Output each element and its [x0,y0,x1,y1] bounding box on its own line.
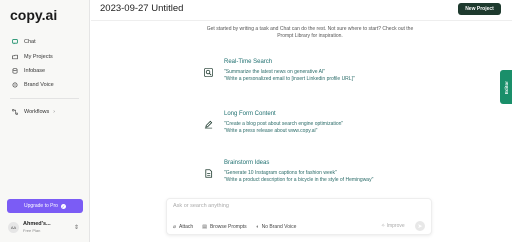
avatar: AA [8,221,19,233]
chat-composer: ⌀ Attach ▤ Browse Prompts ◖ No Brand Voi… [166,198,432,235]
tool-label: Attach [179,224,194,230]
browse-prompts-button[interactable]: ▤ Browse Prompts [202,224,246,230]
database-icon [12,68,18,74]
send-button[interactable]: ➤ [415,221,425,231]
paperclip-icon: ⌀ [173,224,177,230]
search-icon [204,68,214,78]
new-project-button[interactable]: New Project [458,3,501,15]
sidebar: copy.ai Chat My Projects Infobase Brand … [0,0,90,242]
intro-text: Get started by writing a task and Chat c… [206,26,414,39]
mic-icon: ◖ [255,224,259,230]
sidebar-item-brand-voice[interactable]: Brand Voice [12,79,54,91]
sidebar-item-infobase[interactable]: Infobase [12,65,45,77]
brand-voice-select[interactable]: ◖ No Brand Voice [256,224,297,230]
card-title: Long Form Content [224,111,276,117]
chevron-right-icon: › [53,109,55,115]
editor-tab[interactable]: Editor [500,70,512,104]
sidebar-item-label: My Projects [24,54,53,60]
check-badge-icon: ✓ [60,203,66,209]
card-example[interactable]: "Generate 10 Instagram captions for fash… [224,170,337,176]
upgrade-label: Upgrade to Pro [24,203,58,209]
user-plan: Free Plan [23,228,41,233]
tool-label: No Brand Voice [261,224,297,230]
document-icon [204,169,214,179]
workflow-icon [12,109,18,115]
user-menu[interactable]: AA Ahmed's... Free Plan [8,221,51,233]
improve-button[interactable]: ✧ Improve [381,223,405,229]
sidebar-item-label: Chat [24,39,36,45]
send-icon: ➤ [417,223,423,230]
sidebar-item-label: Workflows [24,109,50,115]
improve-label: Improve [386,223,405,229]
sidebar-item-chat[interactable]: Chat [12,36,36,48]
card-title: Real-Time Search [224,59,273,65]
app-logo[interactable]: copy.ai [10,7,57,23]
card-example[interactable]: "Write a press release about www.copy.ai… [224,128,317,134]
card-example[interactable]: "Create a blog post about search engine … [224,121,343,127]
attach-button[interactable]: ⌀ Attach [173,224,193,230]
sidebar-item-label: Infobase [24,68,46,74]
chat-input[interactable] [173,203,423,209]
page-title[interactable]: 2023-09-27 Untitled [100,3,183,14]
brand-voice-icon [12,82,18,88]
sidebar-item-workflows[interactable]: Workflows › [12,106,55,118]
chat-icon [12,39,18,45]
upgrade-button[interactable]: Upgrade to Pro ✓ [7,199,83,213]
card-example[interactable]: "Summarize the latest news on generative… [224,69,325,75]
sidebar-item-label: Brand Voice [24,82,54,88]
pen-icon [204,120,214,130]
header-divider [91,20,512,21]
card-title: Brainstorm Ideas [224,160,270,166]
card-example[interactable]: "Write a personalized email to [insert L… [224,76,355,82]
sidebar-item-my-projects[interactable]: My Projects [12,51,53,63]
folder-icon [12,54,18,60]
tool-label: Browse Prompts [209,224,247,230]
sidebar-divider [10,98,79,99]
card-example[interactable]: "Write a product description for a bicyc… [224,177,373,183]
chat-toolbar: ⌀ Attach ▤ Browse Prompts ◖ No Brand Voi… [173,224,305,230]
book-icon: ▤ [202,224,207,230]
editor-tab-label: Editor [503,80,509,94]
chevron-updown-icon[interactable]: ⇕ [74,224,79,231]
user-name: Ahmed's... [23,221,51,227]
